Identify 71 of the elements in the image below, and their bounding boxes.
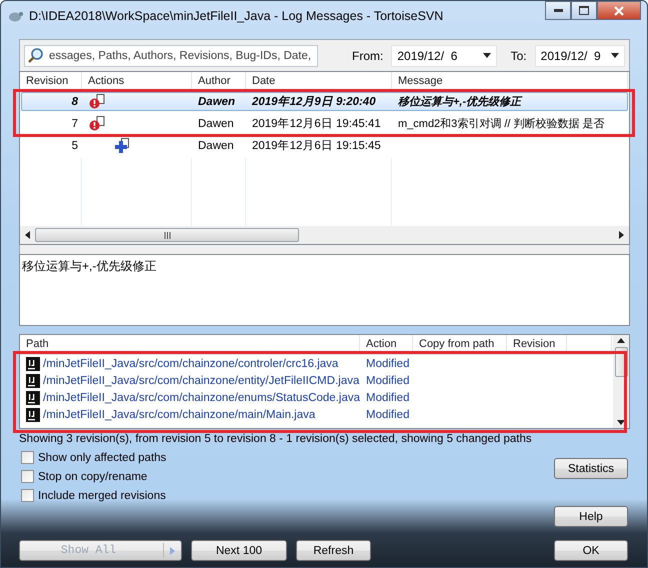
modified-file-icon [89,94,105,109]
revision-cell-text: 8 [70,96,79,108]
from-label: From: [352,48,384,62]
split-arrow-icon [169,546,176,554]
added-file-icon [115,138,129,153]
date-cell-text: 2019年12月9日 9:20:40 [250,94,377,109]
column-header[interactable]: Author [192,72,246,91]
log-row[interactable]: 5 Dawen 2019年12月6日 19:15:45 [21,136,628,155]
action-cell-text: Modified [365,374,410,386]
path-cell[interactable]: /minJetFileII_Java/src/com/chainzone/entity/JetFileIICMD.java [20,374,360,388]
grip-icon [164,232,170,238]
path-cell[interactable]: /minJetFileII_Java/src/com/chainzone/main/Main.java [20,408,360,422]
statistics-button[interactable]: Statistics [554,458,628,479]
revision-cell-text: 5 [70,140,79,152]
column-header[interactable]: Revision [20,72,82,91]
java-file-icon [26,356,40,370]
date-cell-text: 2019年12月6日 19:15:45 [251,138,382,153]
close-icon [614,6,624,16]
maximize-icon [579,6,589,15]
window-title: D:\IDEA2018\WorkSpace\minJetFileII_Java - Log Messages - TortoiseSVN [29,9,444,23]
revision-cell-text: 7 [70,118,79,130]
author-cell-text: Dawen [197,96,236,108]
search-icon [27,46,45,64]
message-cell-text: m_cmd2和3索引对调 // 判断校验数据 是否 [397,116,606,131]
column-header[interactable]: Path [20,335,360,354]
from-date-picker[interactable]: 2019/12/ 6 [391,44,497,66]
minimize-icon [554,9,562,12]
author-cell-text: Dawen [197,140,235,152]
column-header[interactable]: Actions [82,72,192,91]
horizontal-scrollbar[interactable] [20,226,629,244]
log-row[interactable]: 8 Dawen 2019年12月9日 9:20:40 移位运算与+,-优先级修正 [21,92,628,111]
dropdown-arrow-icon [482,52,491,59]
to-date-picker[interactable]: 2019/12/ 9 [534,44,625,66]
action-cell-text: Modified [365,358,410,370]
column-header[interactable]: Action [360,335,413,354]
turtle-icon [7,9,23,23]
to-label: To: [510,48,527,62]
minimize-button[interactable] [545,1,571,20]
scroll-left-icon [24,231,31,239]
column-header[interactable]: Revision [507,335,567,354]
option-checkbox[interactable]: Stop on copy/rename [21,469,166,484]
next-button[interactable]: Next 100 [191,540,287,561]
log-row[interactable]: 7 Dawen 2019年12月6日 19:45:41 m_cmd2和3索引对调 // 判断校验数据 是否 [21,114,628,133]
modified-file-icon [89,116,105,131]
scroll-down-icon [617,419,625,426]
message-text: 移位运算与+,-优先级修正 [19,254,630,326]
help-button[interactable]: Help [554,506,628,527]
author-cell-text: Dawen [197,118,235,130]
dropdown-arrow-icon [611,52,619,59]
scroll-up-icon [617,337,625,344]
path-cell[interactable]: /minJetFileII_Java/src/com/chainzone/enums/StatusCode.java [20,390,360,404]
option-checkbox[interactable]: Include merged revisions [21,488,166,503]
message-cell-text: 移位运算与+,-优先级修正 [397,94,524,109]
ok-button[interactable]: OK [554,540,628,561]
column-header[interactable]: Date [246,72,392,91]
java-file-icon [26,390,40,404]
maximize-button[interactable] [571,1,597,20]
status-text: Showing 3 revision(s), from revision 5 to revision 8 - 1 revision(s) selected, showing 5 changed paths [19,433,533,447]
path-cell[interactable]: /minJetFileII_Java/src/com/chainzone/controler/crc16.java [20,356,360,370]
action-cell-text: Modified [365,408,410,420]
java-file-icon [26,408,40,422]
date-cell-text: 2019年12月6日 19:45:41 [251,116,382,131]
search-field[interactable]: essages, Paths, Authors, Revisions, Bug-IDs, Date, [24,44,318,66]
option-checkbox[interactable]: Show only affected paths [21,450,166,465]
action-cell-text: Modified [365,392,410,404]
refresh-button[interactable]: Refresh [296,540,371,561]
close-button[interactable] [597,1,641,20]
java-file-icon [26,374,40,388]
column-header[interactable]: Message [392,72,628,91]
scroll-right-icon [618,231,625,239]
column-header[interactable]: Copy from path [413,335,507,354]
